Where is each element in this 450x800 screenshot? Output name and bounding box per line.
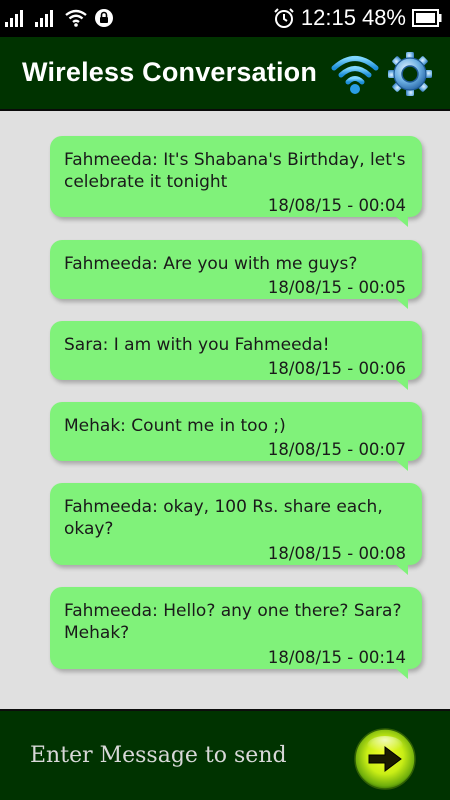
message-bubble[interactable]: Mehak: Count me in too ;) 18/08/15 - 00:… [50,402,422,471]
message-timestamp: 18/08/15 - 00:05 [267,278,406,297]
app-title: Wireless Conversation [22,57,318,87]
message-timestamp: 18/08/15 - 00:06 [267,359,406,378]
message-timestamp: 18/08/15 - 00:04 [267,196,406,215]
send-button[interactable] [354,728,416,790]
battery-icon [412,9,442,27]
status-time: 12:15 [300,5,356,30]
message-input[interactable] [20,733,340,777]
message-text: Mehak: Count me in too ;) [64,416,286,436]
message-text: Fahmeeda: Are you with me guys? [64,254,358,274]
bubble-tail [394,563,408,575]
wifi-icon [65,9,87,27]
arrow-right-icon [354,728,416,790]
bubble-tail [394,378,408,390]
message-text: Fahmeeda: Hello? any one there? Sara? Me… [64,601,402,643]
status-icons-left [4,6,114,30]
app-bar: Wireless Conversation [0,37,450,111]
message-bubble[interactable]: Fahmeeda: It's Shabana's Birthday, let's… [50,136,422,227]
signal-icon [35,10,53,27]
message-timestamp: 18/08/15 - 00:14 [267,648,406,667]
settings-button[interactable] [387,51,433,97]
message-bubble[interactable]: Fahmeeda: okay, 100 Rs. share each, okay… [50,483,422,575]
message-bubble[interactable]: Sara: I am with you Fahmeeda! 18/08/15 -… [50,321,422,390]
wifi-button[interactable] [330,49,380,99]
status-icons-right: 12:15 48% [273,5,442,30]
bubble-tail [394,667,408,679]
wifi-icon [331,56,379,94]
lock-icon [95,9,113,27]
message-timestamp: 18/08/15 - 00:08 [267,544,406,563]
message-text: Fahmeeda: okay, 100 Rs. share each, okay… [64,497,383,539]
bubble-tail [394,297,408,309]
message-text: Sara: I am with you Fahmeeda! [64,335,330,355]
message-bubble[interactable]: Fahmeeda: Are you with me guys? 18/08/15… [50,240,422,309]
compose-bar [0,709,450,800]
message-bubble[interactable]: Fahmeeda: Hello? any one there? Sara? Me… [50,587,422,679]
battery-percent: 48% [361,5,406,30]
alarm-icon [274,8,294,28]
message-text: Fahmeeda: It's Shabana's Birthday, let's… [64,150,406,192]
signal-icon [5,10,23,27]
bubble-tail [394,459,408,471]
message-list[interactable]: Fahmeeda: It's Shabana's Birthday, let's… [0,111,450,709]
status-bar: 12:15 48% [0,0,450,37]
gear-icon [388,52,432,96]
bubble-tail [394,215,408,227]
message-timestamp: 18/08/15 - 00:07 [267,440,406,459]
